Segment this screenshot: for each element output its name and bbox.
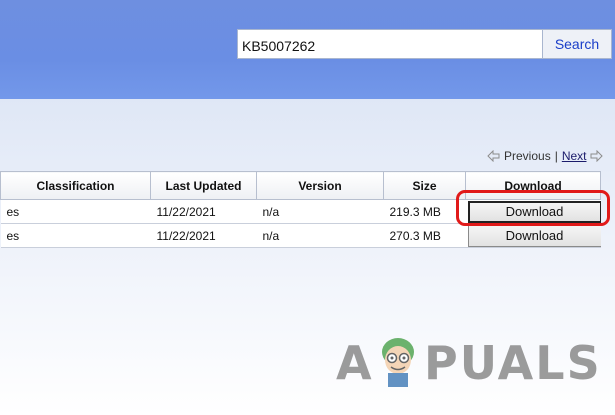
next-arrow-icon[interactable] xyxy=(590,149,603,163)
header-last-updated[interactable]: Last Updated xyxy=(150,171,257,200)
table-row: es 11/22/2021 n/a 270.3 MB Download xyxy=(0,223,601,248)
cell-size: 270.3 MB xyxy=(383,223,466,248)
header-version[interactable]: Version xyxy=(256,171,384,200)
appuals-watermark: A PUALS xyxy=(336,330,600,390)
pager-separator: | xyxy=(554,149,558,163)
watermark-text-left: A xyxy=(336,336,374,390)
cell-download: Download xyxy=(465,223,601,248)
header-download: Download xyxy=(465,171,601,200)
download-button[interactable]: Download xyxy=(467,224,601,247)
mascot-icon xyxy=(382,338,414,387)
results-table: Classification Last Updated Version Size… xyxy=(0,171,601,248)
cell-size: 219.3 MB xyxy=(383,199,466,224)
pager: Previous | Next xyxy=(487,147,603,165)
next-link[interactable]: Next xyxy=(562,149,587,163)
search-button[interactable]: Search xyxy=(542,29,612,59)
previous-arrow-icon[interactable] xyxy=(487,149,500,163)
cell-version: n/a xyxy=(256,223,384,248)
cell-version: n/a xyxy=(256,199,384,224)
watermark-text-right: PUALS xyxy=(424,336,602,390)
table-row: es 11/22/2021 n/a 219.3 MB Download xyxy=(0,199,601,224)
cell-classification: es xyxy=(0,223,151,248)
header-size[interactable]: Size xyxy=(383,171,466,200)
search-input[interactable]: KB5007262 xyxy=(237,29,543,59)
download-button[interactable]: Download xyxy=(467,200,601,223)
table-header-row: Classification Last Updated Version Size… xyxy=(0,171,601,200)
header-classification[interactable]: Classification xyxy=(0,171,151,200)
cell-download: Download xyxy=(465,199,601,224)
cell-last-updated: 11/22/2021 xyxy=(150,199,257,224)
cell-classification: es xyxy=(0,199,151,224)
cell-last-updated: 11/22/2021 xyxy=(150,223,257,248)
previous-label: Previous xyxy=(504,149,551,163)
